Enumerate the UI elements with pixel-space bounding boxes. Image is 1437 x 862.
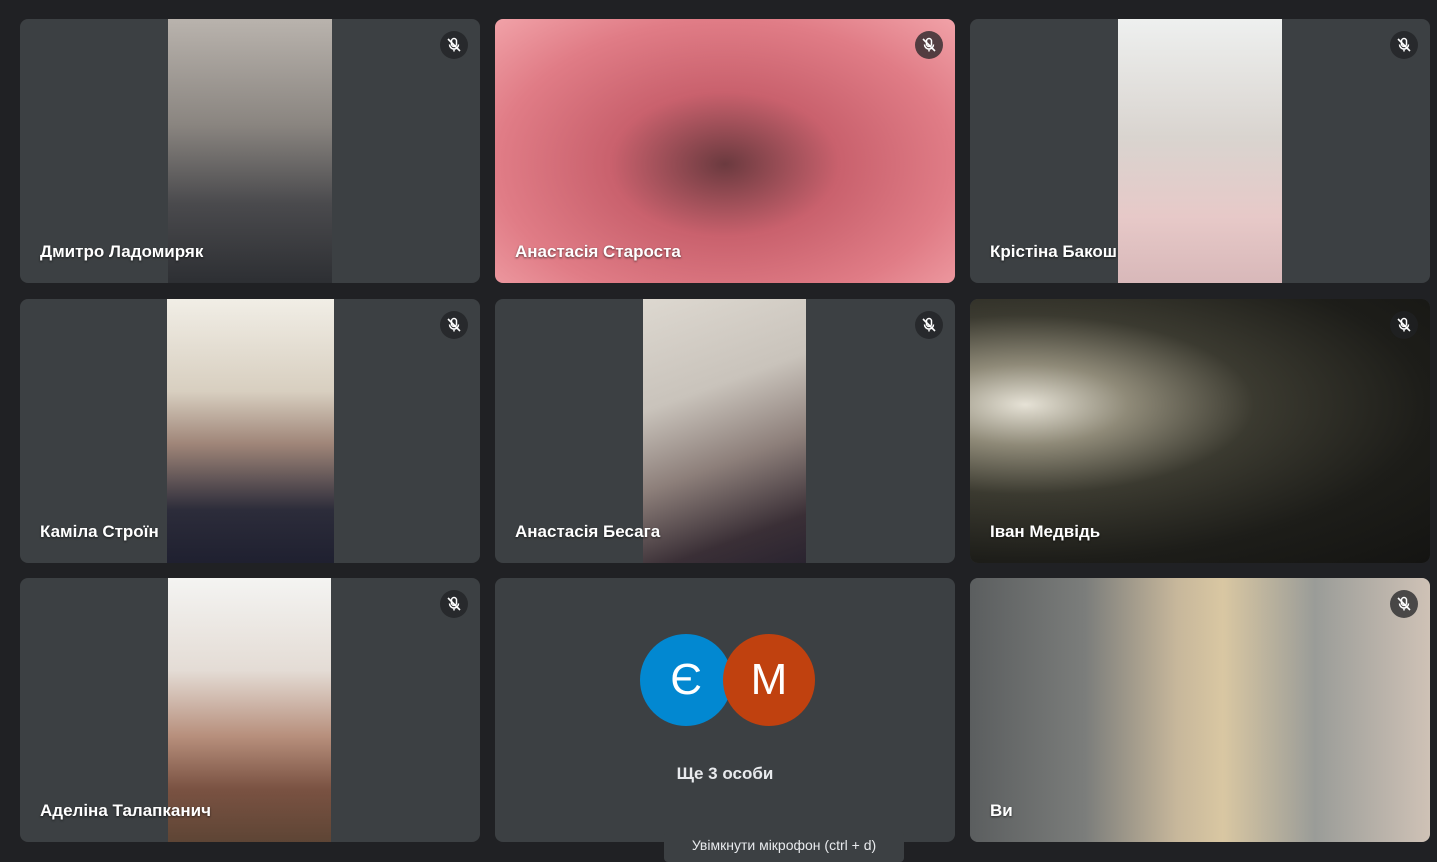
mic-off-icon — [440, 311, 468, 339]
mic-tooltip: Увімкнути мікрофон (ctrl + d) — [664, 832, 904, 862]
participant-name: Ви — [990, 801, 1013, 820]
participant-avatar: Є — [640, 634, 732, 726]
mic-off-icon — [440, 590, 468, 618]
mic-off-icon — [915, 31, 943, 59]
mic-off-icon — [440, 31, 468, 59]
participant-tile[interactable]: Аделіна Талапканич — [20, 578, 480, 842]
mic-off-icon — [915, 311, 943, 339]
mic-off-icon — [1390, 31, 1418, 59]
participant-avatar: М — [723, 634, 815, 726]
participant-name: Іван Медвідь — [990, 522, 1101, 541]
mic-off-icon — [1390, 590, 1418, 618]
participant-name: Анастасія Староста — [515, 242, 681, 261]
more-participants-tile[interactable]: Є М Ще 3 особи — [495, 578, 955, 842]
video-grid: Дмитро Ладомиряк Анастасія Староста Кріс… — [0, 0, 1437, 846]
participant-video — [643, 299, 806, 563]
participant-tile[interactable]: Крістіна Бакош — [970, 19, 1430, 283]
participant-video — [167, 299, 334, 563]
participant-video — [1118, 19, 1282, 283]
mic-off-icon — [1390, 311, 1418, 339]
participant-name: Каміла Строїн — [40, 522, 159, 541]
participant-tile[interactable]: Каміла Строїн — [20, 299, 480, 563]
self-video — [970, 578, 1430, 842]
self-tile[interactable]: Ви — [970, 578, 1430, 842]
participant-tile[interactable]: Іван Медвідь — [970, 299, 1430, 563]
more-participants-label: Ще 3 особи — [676, 764, 774, 783]
participant-tile[interactable]: Анастасія Бесага — [495, 299, 955, 563]
participant-name: Крістіна Бакош — [990, 242, 1117, 261]
participant-name: Анастасія Бесага — [515, 522, 661, 541]
participant-name: Дмитро Ладомиряк — [40, 242, 204, 261]
participant-name: Аделіна Талапканич — [40, 801, 211, 820]
participant-tile[interactable]: Анастасія Староста — [495, 19, 955, 283]
participant-tile[interactable]: Дмитро Ладомиряк — [20, 19, 480, 283]
